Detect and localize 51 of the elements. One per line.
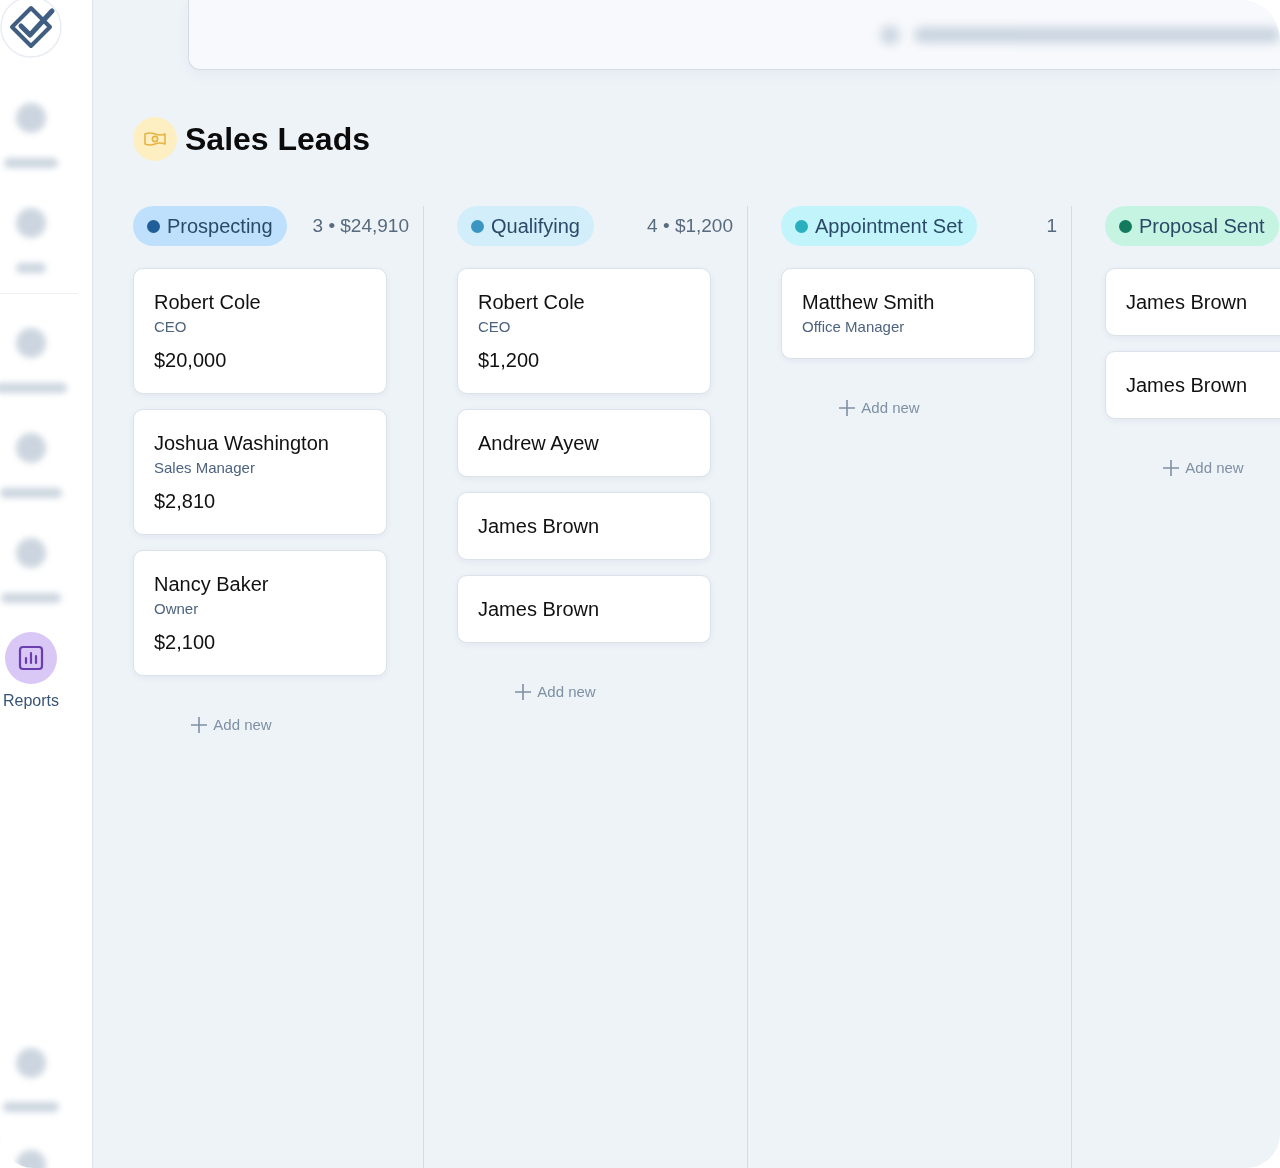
lead-name: Robert Cole [478, 290, 586, 314]
lead-role: Office Manager [802, 317, 906, 337]
lead-name: Matthew Smith [802, 290, 936, 314]
nav-item[interactable]: Reports [3, 632, 59, 710]
banknote-icon [133, 117, 177, 161]
stage-summary: 4 • $1,200 [647, 214, 733, 238]
plus-icon [190, 716, 209, 734]
stage-label: Prospecting [167, 214, 273, 238]
stage-summary: 1 [1046, 214, 1057, 238]
lead-card[interactable]: Joshua Washington Sales Manager $2,810 [133, 409, 387, 535]
lead-card[interactable]: James Brown [457, 575, 711, 643]
lead-name: Andrew Ayew [478, 431, 600, 455]
lead-card[interactable]: Robert Cole CEO $1,200 [457, 268, 711, 394]
blurred-nav-item-drawing [3, 1048, 59, 1112]
stage-summary: 3 • $24,910 [312, 214, 409, 238]
lead-card[interactable]: James Brown [457, 492, 711, 560]
blurred-nav-item-drawing [16, 208, 46, 273]
lead-amount: $2,810 [154, 489, 217, 513]
blurred-nav-item-drawing [0, 433, 62, 498]
lead-card[interactable]: Robert Cole CEO $20,000 [133, 268, 387, 394]
blurred-nav-item-drawing [0, 328, 67, 393]
lead-amount: $20,000 [154, 348, 228, 372]
plus-icon [1162, 459, 1181, 477]
stage-label: Proposal Sent [1139, 214, 1265, 238]
lead-name: James Brown [478, 514, 601, 538]
lead-amount: $2,100 [154, 630, 217, 654]
lead-role: CEO [478, 317, 512, 337]
lead-name: James Brown [1126, 290, 1249, 314]
lead-card[interactable]: Matthew Smith Office Manager [781, 268, 1035, 359]
lead-name: Nancy Baker [154, 572, 270, 596]
lead-card[interactable]: James Brown [1105, 268, 1280, 336]
lead-name: James Brown [478, 597, 601, 621]
logo-icon[interactable] [0, 0, 62, 58]
blurred-nav-item-drawing [4, 103, 58, 168]
lead-amount: $1,200 [478, 348, 541, 372]
lead-card[interactable]: Andrew Ayew [457, 409, 711, 477]
lead-name: James Brown [1126, 373, 1249, 397]
bar-chart-icon [5, 632, 57, 684]
lead-role: Sales Manager [154, 458, 256, 478]
stage-label: Appointment Set [815, 214, 963, 238]
lead-role: Owner [154, 599, 200, 619]
lead-card[interactable]: Nancy Baker Owner $2,100 [133, 550, 387, 676]
plus-icon [514, 683, 533, 701]
stage-label: Qualifying [491, 214, 580, 238]
lead-role: CEO [154, 317, 188, 337]
lead-card[interactable]: James Brown [1105, 351, 1280, 419]
plus-icon [838, 399, 857, 417]
page-title: Sales Leads [185, 120, 370, 159]
lead-name: Joshua Washington [154, 431, 330, 455]
lead-name: Robert Cole [154, 290, 262, 314]
blurred-nav-item-drawing [1, 538, 61, 603]
